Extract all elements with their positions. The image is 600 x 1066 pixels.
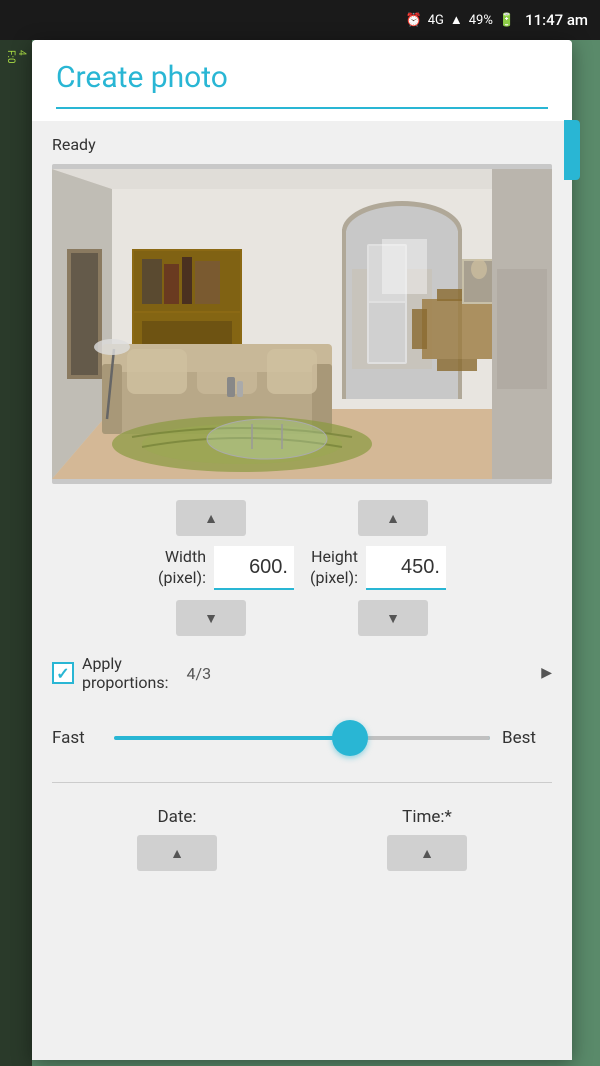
height-up-button[interactable]: ▲ (358, 500, 428, 536)
battery-label: 49% (469, 13, 493, 28)
left-panel-text: 4F:0 (5, 50, 27, 64)
network-label: 4G (428, 13, 444, 28)
height-down-button[interactable]: ▼ (358, 600, 428, 636)
width-up-group: ▲ (176, 500, 246, 536)
create-photo-dialog: Create photo Ready (32, 40, 572, 1060)
date-group: Date: ▲ (52, 807, 302, 871)
room-preview (52, 164, 552, 484)
checkmark-icon: ✓ (56, 664, 69, 683)
proportions-dropdown-icon[interactable]: ▶ (541, 665, 552, 681)
header-divider (56, 107, 548, 109)
height-up-group: ▲ (358, 500, 428, 536)
status-label: Ready (52, 135, 552, 154)
status-time: 11:47 am (525, 11, 588, 29)
date-time-row: Date: ▲ Time:* ▲ (52, 799, 552, 879)
apply-proportions-checkbox[interactable]: ✓ (52, 662, 74, 684)
dialog-title: Create photo (56, 60, 548, 95)
height-input[interactable] (366, 546, 446, 590)
proportions-row: ✓ Applyproportions: 4/3 ▶ (52, 646, 552, 700)
divider (52, 782, 552, 783)
left-panel: 4F:0 (0, 40, 32, 1066)
width-up-button[interactable]: ▲ (176, 500, 246, 536)
up-arrows-row: ▲ ▲ (52, 500, 552, 536)
width-down-button[interactable]: ▼ (176, 600, 246, 636)
height-label: Height(pixel): (310, 547, 358, 589)
quality-row: Fast Best (52, 710, 552, 766)
date-label: Date: (157, 807, 196, 827)
arrow-down-icon-2: ▼ (386, 610, 400, 626)
best-label: Best (502, 728, 552, 748)
arrow-down-icon: ▼ (204, 610, 218, 626)
fast-label: Fast (52, 728, 102, 748)
arrow-up-icon-2: ▲ (386, 510, 400, 526)
proportions-label: Applyproportions: (82, 654, 169, 692)
quality-slider-track (114, 736, 490, 740)
width-label: Width(pixel): (158, 547, 206, 589)
date-arrow-up-icon: ▲ (170, 845, 184, 861)
time-up-button[interactable]: ▲ (387, 835, 467, 871)
proportions-value: 4/3 (187, 664, 212, 683)
quality-slider-thumb[interactable] (332, 720, 368, 756)
dimension-inputs-row: Width(pixel): Height(pixel): (52, 546, 552, 590)
room-scene-svg (52, 164, 552, 484)
alarm-icon: ⏰ (406, 13, 422, 28)
battery-icon: 🔋 (499, 13, 515, 28)
time-group: Time:* ▲ (302, 807, 552, 871)
down-arrows-row: ▼ ▼ (52, 600, 552, 636)
height-down-group: ▼ (358, 600, 428, 636)
date-up-button[interactable]: ▲ (137, 835, 217, 871)
status-bar: ⏰ 4G ▲ 49% 🔋 11:47 am (0, 0, 600, 40)
width-input[interactable] (214, 546, 294, 590)
quality-slider-container (114, 718, 490, 758)
time-arrow-up-icon: ▲ (420, 845, 434, 861)
arrow-up-icon: ▲ (204, 510, 218, 526)
proportions-checkbox-container[interactable]: ✓ Applyproportions: (52, 654, 169, 692)
dialog-header: Create photo (32, 40, 572, 121)
dialog-handle (564, 120, 580, 180)
time-label: Time:* (402, 807, 452, 827)
dialog-body: Ready (32, 121, 572, 1060)
width-down-group: ▼ (176, 600, 246, 636)
controls-section: ▲ ▲ Width(pixel): Height(pixel): (52, 500, 552, 879)
signal-icon: ▲ (450, 12, 463, 28)
